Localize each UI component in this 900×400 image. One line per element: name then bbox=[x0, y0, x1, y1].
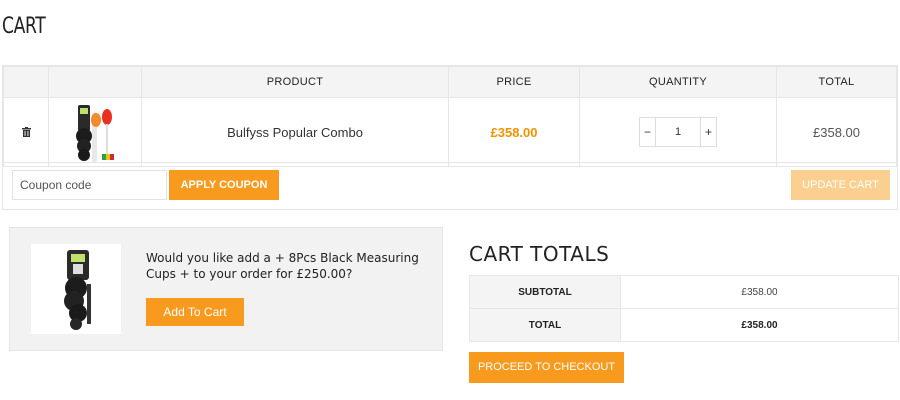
header-total: TOTAL bbox=[776, 66, 897, 98]
thumbnail-cell bbox=[48, 97, 142, 167]
update-cart-button[interactable]: UPDATE CART bbox=[791, 170, 890, 200]
product-thumbnail[interactable] bbox=[55, 102, 135, 162]
qty-plus-button[interactable]: + bbox=[701, 125, 716, 139]
qty-minus-button[interactable]: − bbox=[640, 125, 655, 139]
quantity-cell: − 1 + bbox=[579, 97, 777, 167]
trash-icon[interactable] bbox=[21, 126, 31, 140]
remove-cell bbox=[3, 97, 49, 167]
page-title: CART bbox=[2, 14, 46, 39]
cart-totals-table: SUBTOTAL £358.00 TOTAL £358.00 bbox=[469, 275, 899, 342]
total-label: TOTAL bbox=[469, 308, 621, 342]
table-header-row: PRODUCT PRICE QUANTITY TOTAL bbox=[3, 66, 897, 98]
total-value: £358.00 bbox=[620, 308, 899, 342]
header-price: PRICE bbox=[448, 66, 580, 98]
apply-coupon-button[interactable]: APPLY COUPON bbox=[169, 170, 279, 200]
qty-input[interactable]: 1 bbox=[655, 118, 701, 146]
total-row: TOTAL £358.00 bbox=[469, 308, 899, 342]
cart-totals-title: CART TOTALS bbox=[469, 242, 610, 266]
upsell-box: Would you like add a + 8Pcs Black Measur… bbox=[9, 227, 443, 351]
header-thumbnail bbox=[48, 66, 142, 98]
product-name[interactable]: Bulfyss Popular Combo bbox=[141, 97, 449, 167]
subtotal-value: £358.00 bbox=[620, 275, 899, 309]
product-price: £358.00 bbox=[448, 97, 580, 167]
proceed-to-checkout-button[interactable]: PROCEED TO CHECKOUT bbox=[469, 352, 624, 383]
subtotal-label: SUBTOTAL bbox=[469, 275, 621, 309]
header-product: PRODUCT bbox=[141, 66, 449, 98]
upsell-text: Would you like add a + 8Pcs Black Measur… bbox=[146, 251, 419, 281]
subtotal-row: SUBTOTAL £358.00 bbox=[469, 275, 899, 309]
quantity-stepper: − 1 + bbox=[639, 117, 717, 147]
coupon-input[interactable]: Coupon code bbox=[12, 170, 167, 200]
header-quantity: QUANTITY bbox=[579, 66, 777, 98]
upsell-add-to-cart-button[interactable]: Add To Cart bbox=[146, 298, 244, 326]
upsell-product-image bbox=[31, 244, 121, 334]
coupon-row: Coupon code APPLY COUPON UPDATE CART bbox=[3, 162, 897, 209]
cart-table: PRODUCT PRICE QUANTITY TOTAL Bulfyss Pop… bbox=[2, 65, 898, 210]
header-remove bbox=[3, 66, 49, 98]
table-row: Bulfyss Popular Combo £358.00 − 1 + £358… bbox=[3, 97, 897, 167]
row-total: £358.00 bbox=[776, 97, 897, 167]
